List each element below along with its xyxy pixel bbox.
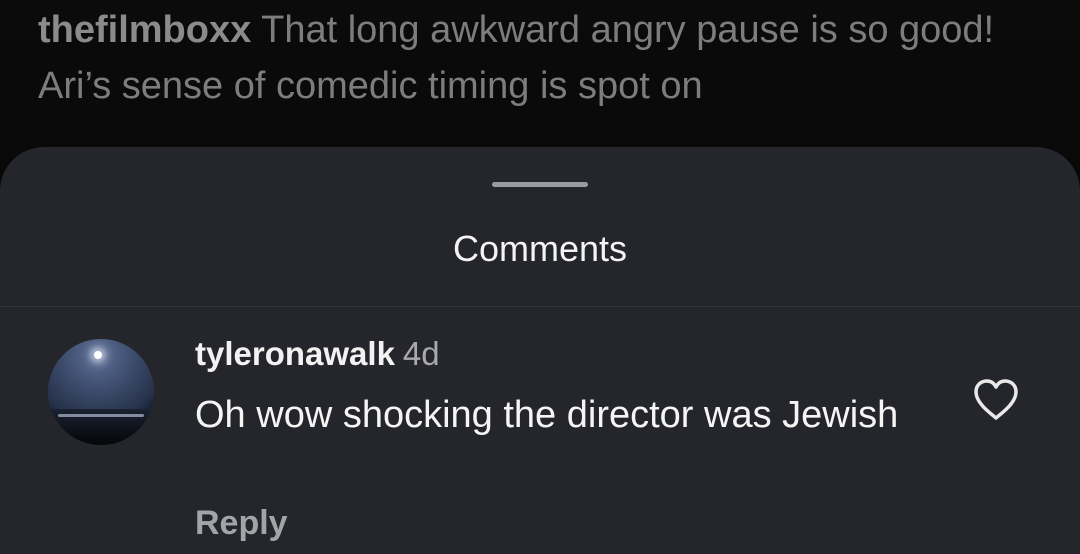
heart-icon[interactable] (972, 378, 1020, 422)
reply-button[interactable]: Reply (195, 502, 288, 544)
comment-username[interactable]: tyleronawalk (195, 335, 395, 372)
comment-meta: tyleronawalk 4d (195, 333, 440, 375)
avatar[interactable] (48, 339, 154, 445)
comment-text: Oh wow shocking the director was Jewish (195, 394, 899, 436)
moon-icon (94, 351, 102, 359)
drag-handle[interactable] (492, 182, 588, 187)
comments-title: Comments (452, 228, 628, 269)
post-caption: thefilmboxx That long awkward angry paus… (38, 2, 1048, 114)
caption-username[interactable]: thefilmboxx (38, 9, 251, 51)
divider (0, 306, 1080, 307)
screen: thefilmboxx That long awkward angry paus… (0, 0, 1080, 554)
shoreline (58, 414, 144, 417)
comments-sheet: Comments tyleronawalk 4d Oh wow shocking … (0, 147, 1080, 554)
comment-timestamp: 4d (402, 335, 440, 372)
